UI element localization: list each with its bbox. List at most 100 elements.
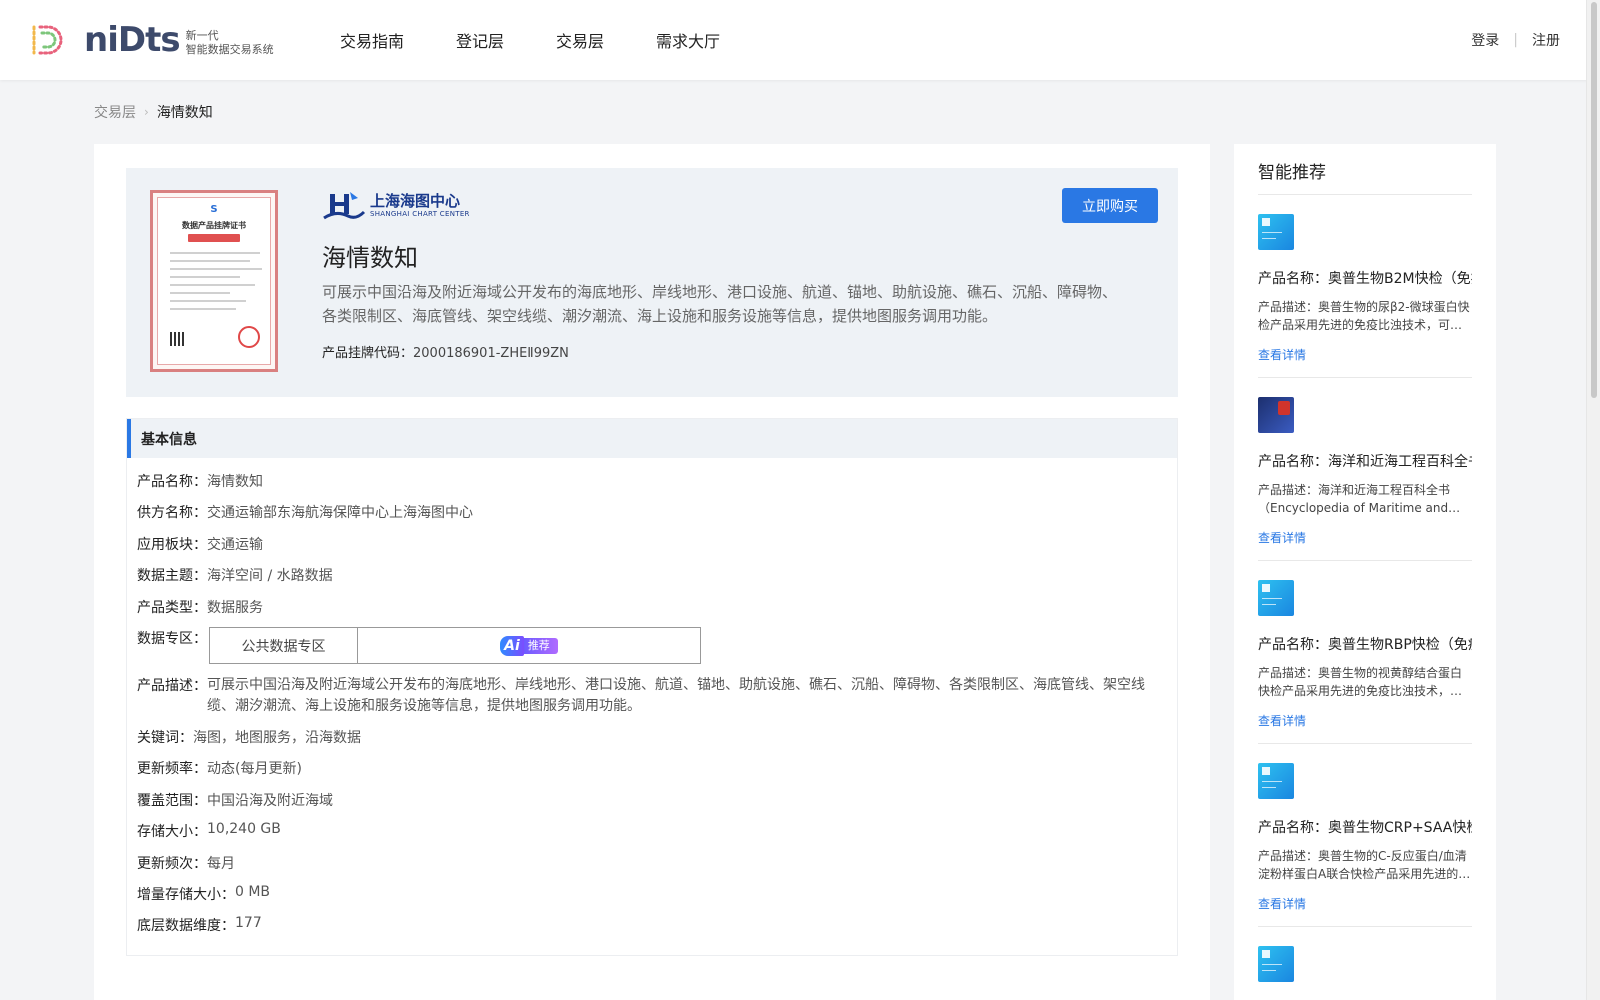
nav-demand-hall[interactable]: 需求大厅 — [656, 28, 720, 52]
recommend-item-name[interactable]: 产品名称：海洋和近海工程百科全书 — [1258, 451, 1472, 471]
recommend-item-name[interactable]: 产品名称：奥普生物CRP+SAA快检（免疫比浊法） — [1258, 817, 1472, 837]
logo-sub-line2: 智能数据交易系统 — [185, 43, 274, 56]
info-row-provider: 供方名称： 交通运输部东海航海保障中心上海海图中心 — [137, 502, 473, 522]
info-key: 产品描述： — [137, 678, 207, 694]
product-summary: 可展示中国沿海及附近海域公开发布的海底地形、岸线地形、港口设施、航道、锚地、助航… — [322, 283, 1118, 325]
info-value: 中国沿海及附近海域 — [207, 793, 333, 809]
certificate-image[interactable]: S 数据产品挂牌证书 — [150, 190, 278, 372]
top-header: niDts 新一代 智能数据交易系统 交易指南 登记层 交易层 需求大厅 登录 … — [0, 0, 1600, 80]
info-value: 海图，地图服务，沿海数据 — [193, 730, 361, 746]
info-value: 10,240 GB — [207, 821, 281, 837]
divider — [1258, 377, 1472, 378]
info-key: 数据主题： — [137, 568, 207, 584]
breadcrumb-parent[interactable]: 交易层 — [94, 102, 136, 122]
provider-brand: 上海海图中心 SHANGHAI CHART CENTER — [322, 190, 470, 222]
zone-name-cell[interactable]: 公共数据专区 — [210, 628, 358, 663]
recommend-item-desc: 产品描述：海洋和近海工程百科全书（Encyclopedia of Maritim… — [1258, 483, 1451, 515]
recommend-item: 产品名称：奥普生物RBP快检（免疫比浊法） 产品描述：奥普生物的视黄醇结合蛋白快… — [1258, 580, 1472, 729]
product-hero: S 数据产品挂牌证书 上海海图中心 SHANGHAI CHART CENTER … — [126, 168, 1178, 397]
info-key: 更新频率： — [137, 761, 207, 777]
info-row-update-frequency: 更新频率： 动态(每月更新) — [137, 758, 302, 778]
info-value: 0 MB — [235, 884, 271, 900]
ai-badge-text: 推荐 — [523, 637, 558, 654]
smart-recommend-panel: 智能推荐 产品名称：奥普生物B2M快检（免疫比浊法） 产品描述：奥普生物的尿β2… — [1234, 144, 1496, 1000]
info-value: 每月 — [207, 856, 235, 872]
info-key: 更新频次： — [137, 856, 207, 872]
info-row-description: 产品描述： 可展示中国沿海及附近海域公开发布的海底地形、岸线地形、港口设施、航道、… — [137, 675, 1147, 717]
provider-brand-text: 上海海图中心 SHANGHAI CHART CENTER — [370, 194, 470, 218]
logo-sub-line1: 新一代 — [185, 29, 219, 42]
chevron-right-icon: › — [144, 105, 149, 119]
info-key: 增量存储大小： — [137, 887, 235, 903]
recommend-title: 智能推荐 — [1258, 163, 1326, 183]
register-link[interactable]: 注册 — [1532, 30, 1560, 50]
info-row-dimensions: 底层数据维度： 177 — [137, 915, 262, 935]
product-detail-card: S 数据产品挂牌证书 上海海图中心 SHANGHAI CHART CENTER … — [94, 144, 1210, 1000]
product-thumb-icon[interactable] — [1258, 946, 1294, 982]
info-row-theme: 数据主题： 海洋空间 / 水路数据 — [137, 565, 333, 585]
breadcrumb-current: 海情数知 — [156, 105, 213, 121]
certificate-logo-icon: S — [210, 204, 218, 215]
view-details-link[interactable]: 查看详情 — [1258, 895, 1472, 912]
info-row-keywords: 关键词： 海图，地图服务，沿海数据 — [137, 727, 361, 747]
nav-registration-layer[interactable]: 登记层 — [456, 28, 504, 52]
login-link[interactable]: 登录 — [1471, 30, 1499, 50]
nav-trading-layer[interactable]: 交易层 — [556, 28, 604, 52]
ai-icon: Ai — [500, 635, 524, 656]
info-value: 数据服务 — [207, 600, 263, 616]
info-row-sector: 应用板块： 交通运输 — [137, 534, 263, 554]
certificate-title: 数据产品挂牌证书 — [182, 221, 246, 230]
recommend-item-name[interactable]: 产品名称：奥普生物B2M快检（免疫比浊法） — [1258, 268, 1472, 288]
provider-brand-cn: 上海海图中心 — [370, 192, 461, 210]
info-key: 供方名称： — [137, 505, 207, 521]
buy-now-button[interactable]: 立即购买 — [1062, 188, 1158, 223]
book-cover-icon[interactable] — [1258, 397, 1294, 433]
recommend-item-name[interactable]: 产品名称：奥普生物RBP快检（免疫比浊法） — [1258, 634, 1472, 654]
recommend-item: 产品名称：海洋和近海工程百科全书 产品描述：海洋和近海工程百科全书（Encycl… — [1258, 397, 1472, 546]
scrollbar-thumb[interactable] — [1591, 2, 1597, 398]
info-value: 177 — [235, 915, 262, 931]
info-key: 产品类型： — [137, 600, 207, 616]
info-row-storage-size: 存储大小： 10,240 GB — [137, 821, 281, 841]
divider — [1258, 743, 1472, 744]
basic-info-heading: 基本信息 — [127, 419, 1177, 458]
listing-code: 产品挂牌代码：2000186901-ZHEⅡ99ZN — [322, 342, 569, 361]
logo-subtitle: 新一代 智能数据交易系统 — [186, 29, 274, 57]
recommend-item-desc: 产品描述：奥普生物的尿β2-微球蛋白快检产品采用先进的免疫比浊技术，可快速准确检… — [1258, 300, 1470, 332]
divider — [1258, 926, 1472, 927]
info-row-data-zone: 数据专区： — [137, 628, 207, 648]
info-key: 底层数据维度： — [137, 918, 235, 934]
certificate-inner: S 数据产品挂牌证书 — [157, 197, 271, 365]
chart-center-logo-icon — [323, 192, 366, 220]
recommend-item-partial — [1258, 946, 1472, 982]
info-value: 海情数知 — [207, 474, 263, 490]
nav-trade-guide[interactable]: 交易指南 — [340, 28, 404, 52]
recommend-item: 产品名称：奥普生物B2M快检（免疫比浊法） 产品描述：奥普生物的尿β2-微球蛋白… — [1258, 214, 1472, 363]
basic-info-section: 基本信息 产品名称： 海情数知 供方名称： 交通运输部东海航海保障中心上海海图中心 … — [126, 418, 1178, 956]
product-thumb-icon[interactable] — [1258, 214, 1294, 250]
info-row-coverage: 覆盖范围： 中国沿海及附近海域 — [137, 790, 333, 810]
recommend-item: 产品名称：奥普生物CRP+SAA快检（免疫比浊法） 产品描述：奥普生物的C-反应… — [1258, 763, 1472, 912]
ai-recommend-badge: Ai 推荐 — [500, 635, 558, 656]
seal-icon — [238, 326, 260, 348]
info-row-update-times: 更新频次： 每月 — [137, 853, 235, 873]
logo-wordmark: niDts — [84, 20, 181, 60]
view-details-link[interactable]: 查看详情 — [1258, 529, 1472, 546]
info-key: 关键词： — [137, 730, 193, 746]
site-logo[interactable]: niDts 新一代 智能数据交易系统 — [28, 20, 274, 60]
info-value: 海洋空间 / 水路数据 — [207, 568, 333, 584]
product-thumb-icon[interactable] — [1258, 580, 1294, 616]
page-scrollbar[interactable] — [1586, 0, 1600, 1000]
divider — [1258, 194, 1472, 195]
product-thumb-icon[interactable] — [1258, 763, 1294, 799]
recommend-item-desc: 产品描述：奥普生物的C-反应蛋白/血清淀粉样蛋白A联合快检产品采用先进的免疫比浊… — [1258, 849, 1471, 881]
view-details-link[interactable]: 查看详情 — [1258, 346, 1472, 363]
info-key: 覆盖范围： — [137, 793, 207, 809]
view-details-link[interactable]: 查看详情 — [1258, 712, 1472, 729]
info-value: 交通运输 — [207, 537, 263, 553]
product-title: 海情数知 — [322, 244, 418, 272]
info-key: 产品名称： — [137, 474, 207, 490]
listing-code-value: 2000186901-ZHEⅡ99ZN — [413, 346, 569, 361]
info-value: 交通运输部东海航海保障中心上海海图中心 — [207, 505, 473, 521]
ai-recommend-cell: Ai 推荐 — [358, 628, 700, 663]
